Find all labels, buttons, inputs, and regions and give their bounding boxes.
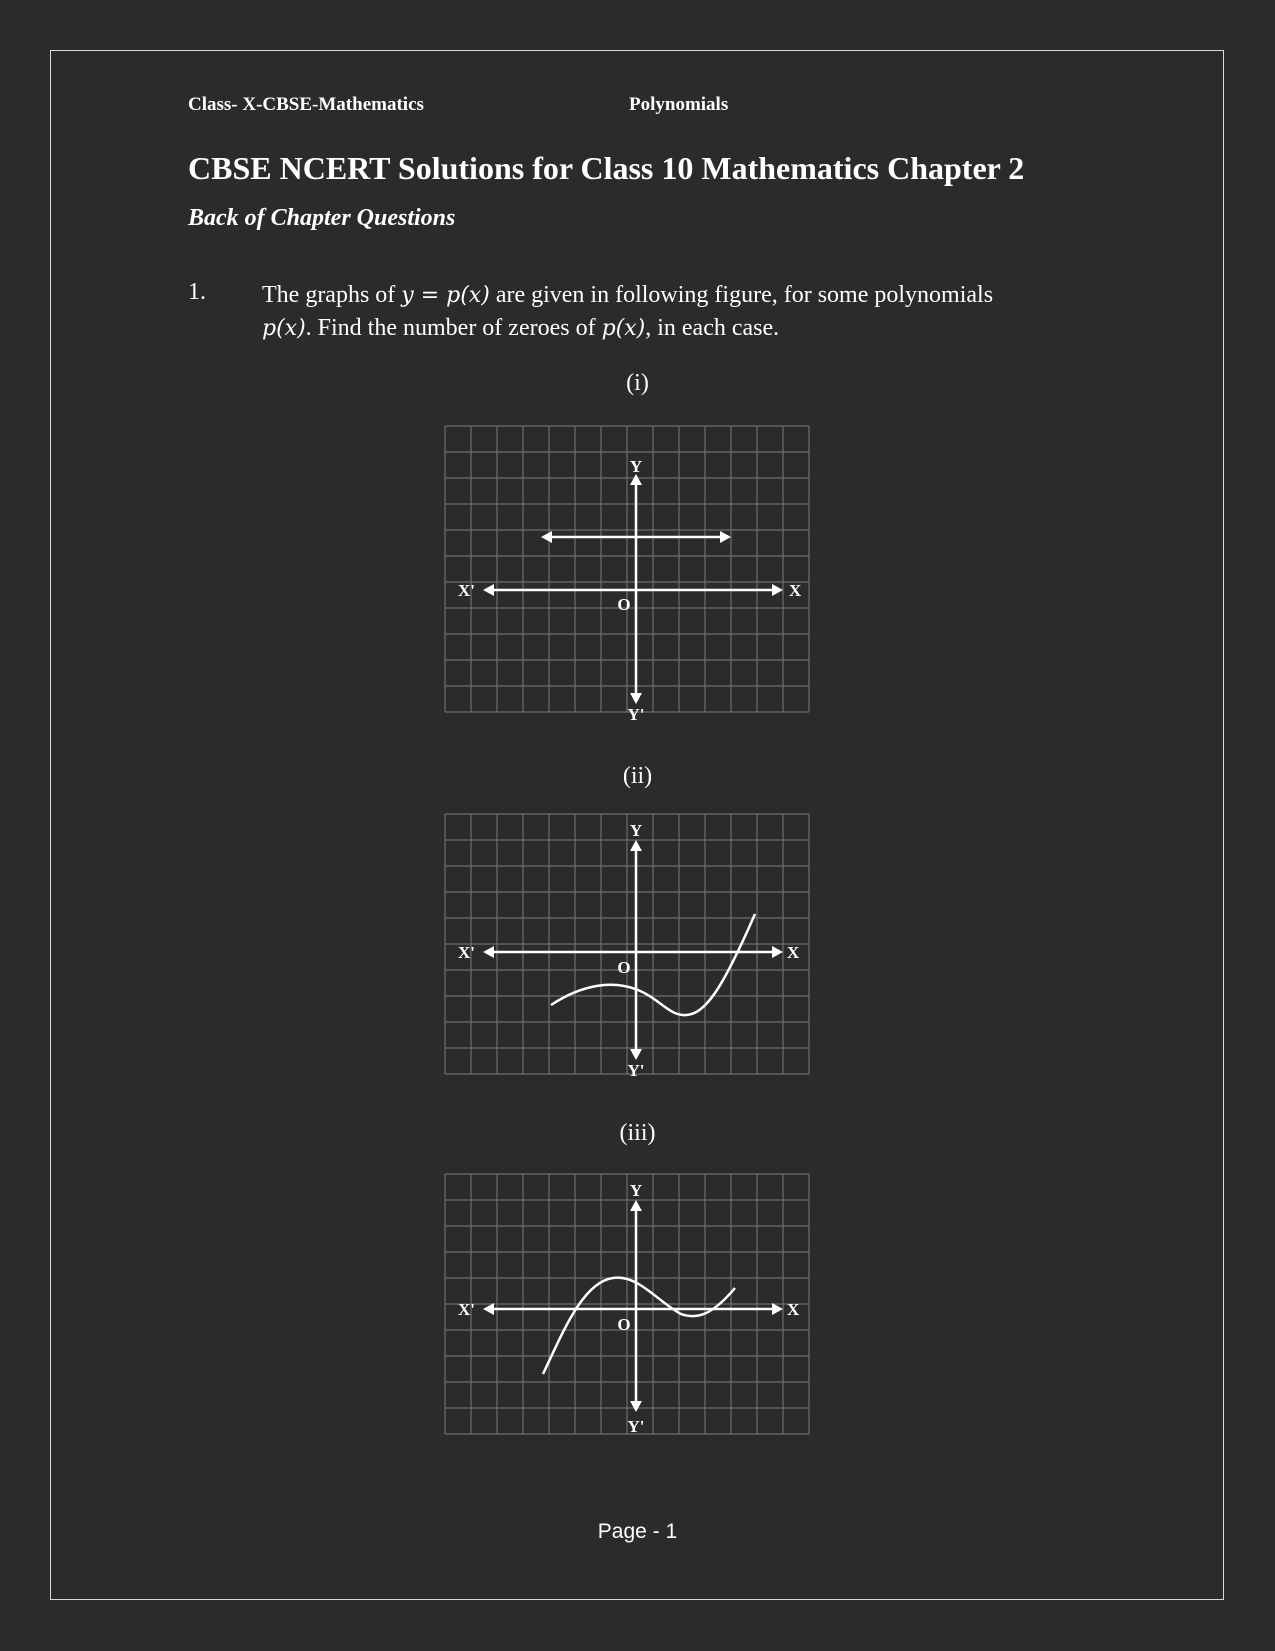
figure-caption-iii: (iii) <box>619 1120 656 1146</box>
header-topic: Polynomials <box>629 94 729 115</box>
x-arrow-icon <box>772 1303 783 1315</box>
x-neg-label: X' <box>458 581 475 600</box>
x-label: X <box>789 581 802 600</box>
y-neg-arrow-icon <box>630 1401 642 1412</box>
q-math: p(x) <box>262 316 306 341</box>
question-line-1: The graphs of y = p(x) are given in foll… <box>262 279 993 312</box>
x-neg-arrow-icon <box>483 584 494 596</box>
line-left-arrow-icon <box>541 531 552 543</box>
origin-label: O <box>617 1315 630 1334</box>
x-neg-label: X' <box>458 1300 475 1319</box>
graph-i: Y Y' X X' O <box>444 425 810 724</box>
x-neg-arrow-icon <box>483 946 494 958</box>
page-subtitle: Back of Chapter Questions <box>188 205 456 231</box>
y-arrow-icon <box>630 840 642 851</box>
x-arrow-icon <box>772 946 783 958</box>
figure-caption-i: (i) <box>626 370 649 396</box>
y-neg-label: Y' <box>628 1417 645 1436</box>
y-arrow-icon <box>630 1200 642 1211</box>
axes <box>483 474 783 704</box>
grid <box>444 813 810 1075</box>
x-label: X <box>787 943 800 962</box>
question-number: 1. <box>188 279 206 305</box>
q-text-part: . Find the number of zeroes of <box>305 315 602 341</box>
q-text-part: are given in following figure, for some … <box>489 282 994 308</box>
origin-label: O <box>617 595 630 614</box>
axes <box>483 1200 783 1412</box>
y-label: Y <box>630 457 642 476</box>
q-text-part: , in each case. <box>645 315 780 341</box>
q-text-part: The graphs of <box>262 282 402 308</box>
x-neg-arrow-icon <box>483 1303 494 1315</box>
graph-iii: Y Y' X X' O <box>444 1173 810 1436</box>
question-line-2: p(x). Find the number of zeroes of p(x),… <box>262 312 993 345</box>
x-label: X <box>787 1300 800 1319</box>
y-neg-label: Y' <box>628 705 645 724</box>
q-math: p(x) <box>601 316 646 341</box>
y-label: Y <box>630 1181 642 1200</box>
line-right-arrow-icon <box>720 531 731 543</box>
graph-ii: Y Y' X X' O <box>444 813 810 1080</box>
q-math: y = p(x) <box>401 283 490 308</box>
origin-label: O <box>617 958 630 977</box>
page-title: CBSE NCERT Solutions for Class 10 Mathem… <box>188 150 1025 186</box>
y-label: Y <box>630 821 642 840</box>
grid <box>444 1173 810 1435</box>
y-neg-arrow-icon <box>630 693 642 704</box>
header-class: Class- X-CBSE-Mathematics <box>188 94 424 115</box>
polynomial-curve <box>541 1276 736 1375</box>
grid <box>444 425 810 713</box>
y-neg-arrow-icon <box>630 1049 642 1060</box>
question-text: The graphs of y = p(x) are given in foll… <box>262 279 993 345</box>
figure-caption-ii: (ii) <box>622 763 653 789</box>
x-arrow-icon <box>772 584 783 596</box>
y-neg-label: Y' <box>628 1061 645 1080</box>
x-neg-label: X' <box>458 943 475 962</box>
page-number: Page - 1 <box>597 1520 678 1543</box>
